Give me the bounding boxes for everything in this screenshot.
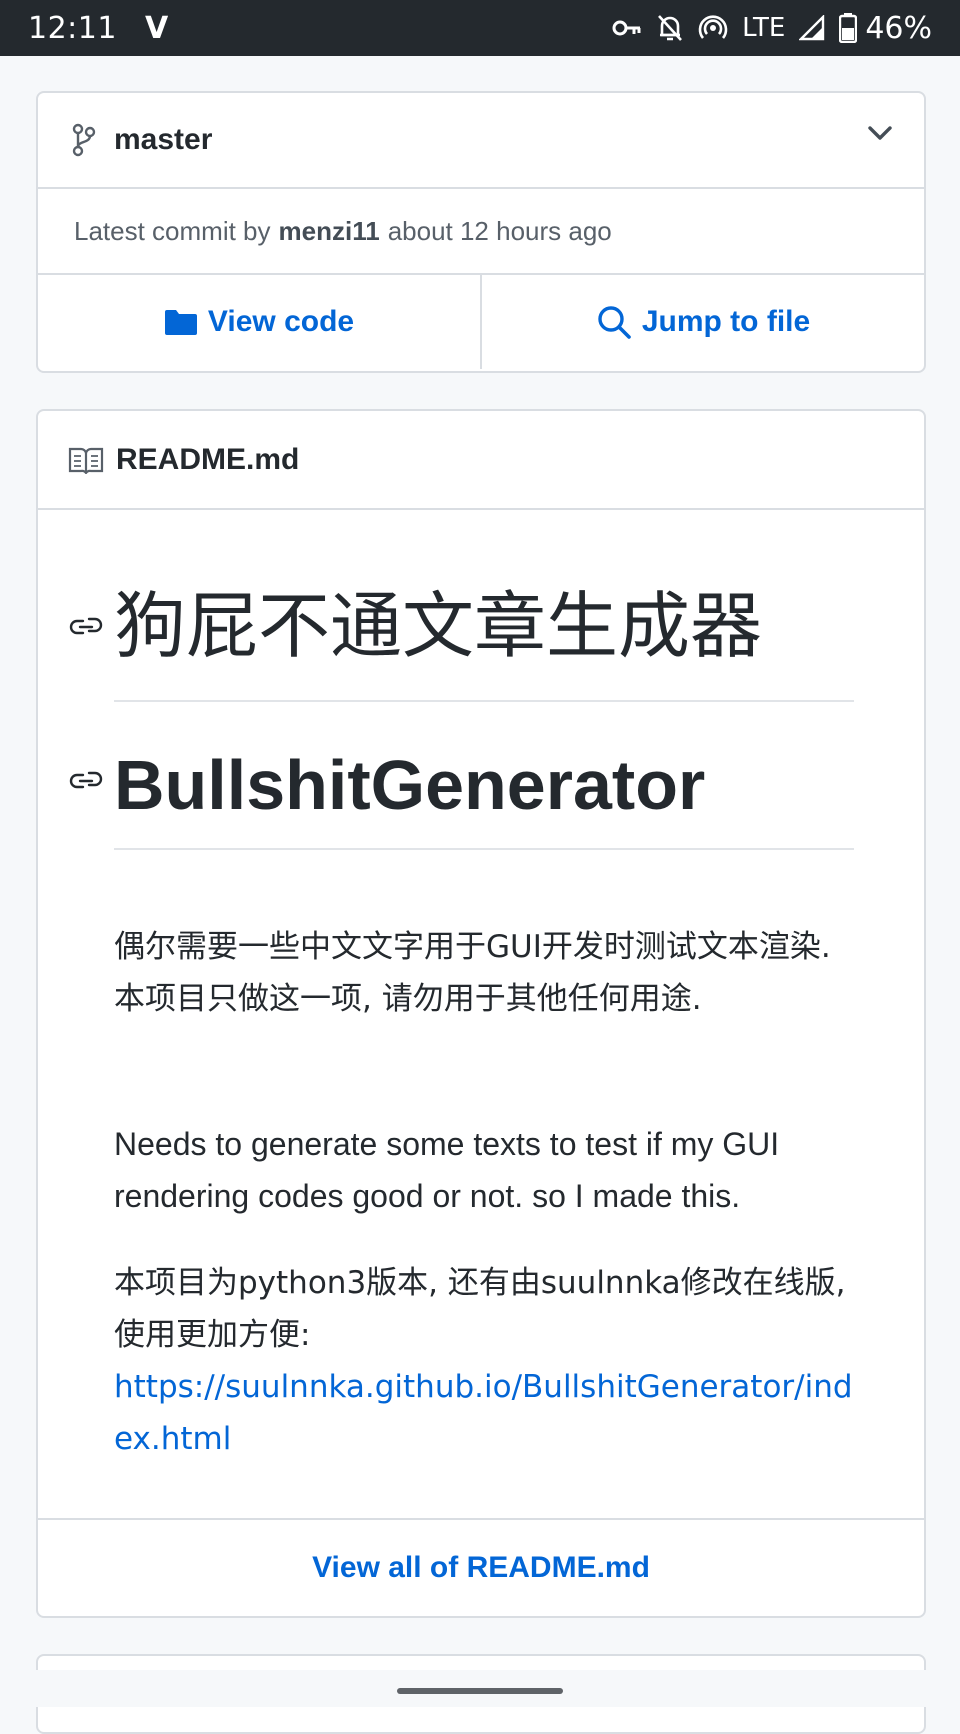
app-notification-icon: V	[144, 10, 169, 46]
heading-en-text: BullshitGenerator	[114, 746, 706, 824]
commit-time: about 12 hours ago	[387, 215, 612, 246]
link-anchor-icon[interactable]	[68, 614, 104, 638]
jump-to-file-label: Jump to file	[641, 305, 811, 338]
paragraph-cn-2-text: 本项目为python3版本, 还有由suulnnka修改在线版, 使用更加方便:	[114, 1265, 846, 1353]
latest-commit: Latest commit by menzi11 about 12 hours …	[38, 189, 924, 275]
status-bar: 12:11 V LTE 46%	[0, 0, 960, 56]
chevron-down-icon[interactable]	[866, 123, 894, 143]
folder-icon	[164, 310, 197, 335]
heading-cn: 狗屁不通文章生成器	[69, 582, 854, 702]
branch-name: master	[114, 123, 213, 156]
view-code-button[interactable]: View code	[38, 275, 480, 369]
search-icon	[598, 306, 631, 339]
commit-author[interactable]: menzi11	[279, 216, 380, 247]
status-right: LTE 46%	[598, 11, 932, 46]
hotspot-icon	[698, 15, 728, 39]
network-type: LTE	[742, 13, 786, 43]
view-code-label: View code	[207, 305, 355, 338]
paragraph-cn-2: 本项目为python3版本, 还有由suulnnka修改在线版, 使用更加方便:…	[114, 1257, 854, 1465]
readme-header: README.md	[38, 411, 924, 510]
gesture-nav-bar	[0, 1670, 960, 1707]
action-row: View code Jump to file	[38, 275, 924, 369]
signal-icon	[799, 15, 825, 41]
bell-off-icon	[658, 15, 683, 41]
branch-selector[interactable]: master	[38, 93, 924, 189]
commit-prefix: Latest commit by	[74, 215, 271, 246]
readme-body: 狗屁不通文章生成器 BullshitGenerator 偶尔需要一些中文文字用于…	[38, 510, 924, 1518]
status-time: 12:11	[28, 10, 117, 46]
readme-card: README.md 狗屁不通文章生成器 BullshitGenerator 偶尔…	[36, 409, 926, 1618]
status-left: 12:11 V	[28, 11, 168, 46]
jump-to-file-button[interactable]: Jump to file	[480, 275, 924, 369]
online-version-link[interactable]: https://suulnnka.github.io/BullshitGener…	[114, 1369, 853, 1457]
heading-cn-text: 狗屁不通文章生成器	[114, 584, 763, 668]
book-icon	[68, 447, 104, 474]
battery-icon	[839, 13, 858, 43]
home-handle[interactable]	[397, 1688, 563, 1694]
paragraph-en: Needs to generate some texts to test if …	[114, 1126, 780, 1214]
key-icon	[612, 20, 641, 36]
paragraph-cn-1: 偶尔需要一些中文文字用于GUI开发时测试文本渲染. 本项目只做这一项, 请勿用于…	[114, 929, 831, 1017]
readme-file-name: README.md	[116, 442, 300, 476]
git-branch-icon	[72, 123, 96, 157]
view-all-readme-button[interactable]: View all of README.md	[38, 1518, 924, 1616]
link-anchor-icon[interactable]	[68, 768, 104, 792]
heading-en: BullshitGenerator	[69, 750, 854, 850]
branch-card: master Latest commit by menzi11 about 12…	[36, 91, 926, 373]
battery-percent: 46%	[865, 10, 932, 46]
